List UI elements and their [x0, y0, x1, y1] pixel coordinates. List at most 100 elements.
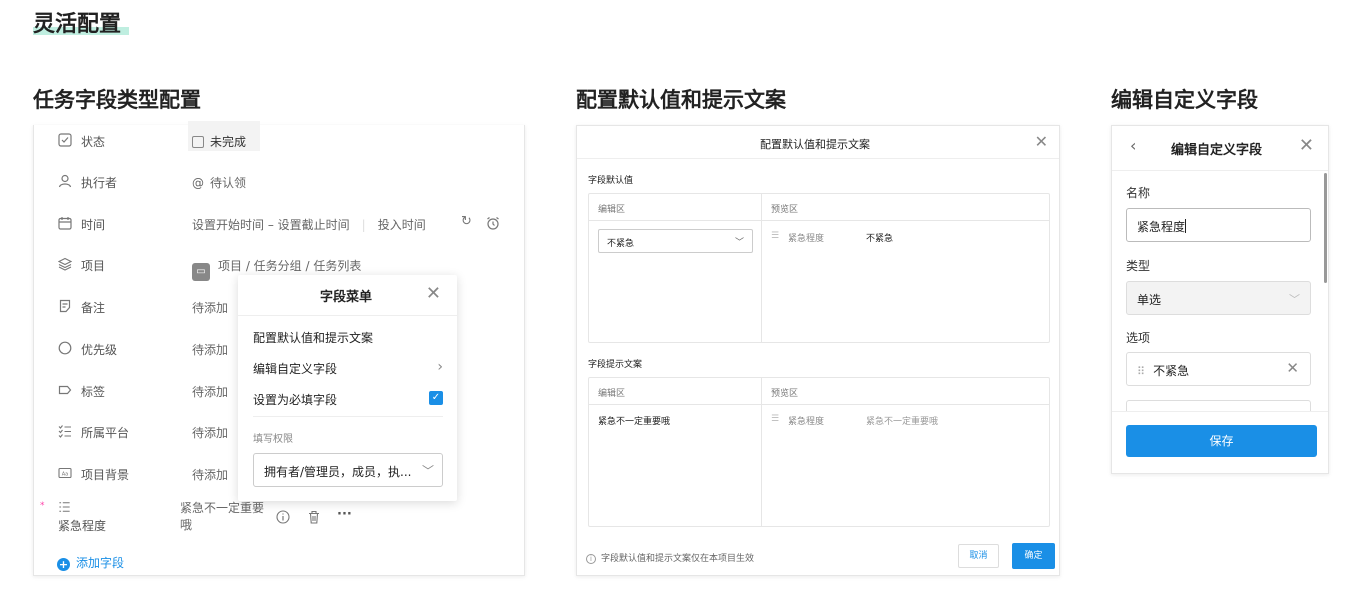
grid-divider [589, 404, 1049, 405]
close-icon[interactable]: ✕ [1299, 135, 1314, 156]
trash-icon[interactable] [307, 510, 321, 524]
field-row-assignee[interactable]: 执行者 @ 待认领 [34, 172, 524, 192]
refresh-icon[interactable]: ↻ [461, 214, 472, 229]
confirm-button[interactable]: 确定 [1012, 543, 1055, 569]
list-icon [59, 502, 70, 512]
custom-field-label: 紧急程度 [58, 519, 107, 533]
dialog-title: 配置默认值和提示文案 [760, 138, 870, 151]
edit-custom-field-panel: ‹ 编辑自定义字段 ✕ 名称 紧急程度 类型 单选 ﹀ 选项 ⠿ 不紧急 ✕ 保存 [1111, 125, 1329, 474]
project-path-text: 项目 / 任务分组 / 任务列表 [218, 259, 362, 273]
divider: | [361, 218, 366, 232]
field-menu-header: 字段菜单 ✕ [238, 275, 457, 316]
list-icon: ☰ [771, 414, 780, 424]
platform-value[interactable]: 待添加 [192, 424, 228, 441]
more-icon[interactable]: ··· [337, 507, 352, 522]
project-background-value[interactable]: 待添加 [192, 466, 228, 483]
field-row-custom-urgency[interactable]: * 紧急程度 紧急不一定重要 哦 ··· [34, 498, 524, 538]
time-range-text: 设置开始时间 – 设置截止时间 [192, 218, 350, 232]
field-menu-popup: 字段菜单 ✕ 配置默认值和提示文案 编辑自定义字段 › 设置为必填字段 ✓ 填写权限… [238, 275, 457, 501]
chevron-right-icon: › [437, 359, 443, 375]
plus-icon: + [57, 558, 70, 571]
dialog-header: 配置默认值和提示文案 ✕ [577, 126, 1059, 159]
name-input[interactable]: 紧急程度 [1126, 208, 1311, 242]
section-title-task-fields: 任务字段类型配置 [33, 88, 201, 112]
preview-default-value: 不紧急 [866, 234, 894, 244]
remove-option-icon[interactable]: ✕ [1286, 359, 1299, 377]
checked-checkbox-icon[interactable]: ✓ [429, 391, 443, 405]
field-menu-title: 字段菜单 [320, 290, 373, 305]
priority-value[interactable]: 待添加 [192, 341, 228, 358]
preview-field-name: 紧急程度 [788, 417, 825, 427]
cancel-button[interactable]: 取消 [958, 544, 999, 568]
permission-value: 拥有者/管理员，成员，执... [264, 465, 412, 479]
add-field-button[interactable]: + 添加字段 [57, 554, 124, 571]
default-section-label: 字段默认值 [588, 176, 634, 186]
custom-field-value-line2[interactable]: 哦 [180, 516, 192, 533]
menu-item-config-default[interactable]: 配置默认值和提示文案 [253, 329, 443, 347]
footnote: i 字段默认值和提示文案仅在本项目生效 [586, 551, 754, 564]
menu-item-edit-custom[interactable]: 编辑自定义字段 › [253, 359, 443, 378]
drag-handle-icon[interactable]: ⠿ [1137, 365, 1145, 378]
section-title-edit-custom: 编辑自定义字段 [1111, 88, 1258, 112]
alarm-clock-icon[interactable] [486, 216, 500, 230]
inbox-icon: ▭ [192, 263, 210, 281]
close-icon[interactable]: ✕ [426, 283, 441, 304]
chevron-down-icon: ﹀ [1289, 293, 1300, 306]
notes-value[interactable]: 待添加 [192, 299, 228, 316]
calendar-icon [58, 217, 72, 230]
hint-text-input[interactable]: 紧急不一定重要哦 [598, 414, 670, 427]
effort-time-text[interactable]: 投入时间 [378, 218, 426, 232]
menu-item-label: 编辑自定义字段 [253, 362, 338, 376]
default-select-value: 不紧急 [607, 239, 635, 249]
menu-item-set-required[interactable]: 设置为必填字段 ✓ [253, 391, 443, 409]
hint-text-grid: 编辑区 预览区 紧急不一定重要哦 ☰ 紧急程度 紧急不一定重要哦 [588, 377, 1050, 527]
field-row-project[interactable]: 项目 ▭ 项目 / 任务分组 / 任务列表 [34, 255, 524, 281]
back-icon[interactable]: ‹ [1130, 136, 1136, 155]
assignee-text: 待认领 [210, 176, 247, 190]
chevron-down-icon: ﹀ [734, 238, 744, 248]
type-value: 单选 [1137, 293, 1162, 307]
checkbox-icon [58, 133, 72, 147]
field-label: 备注 [81, 301, 106, 315]
list-icon: ☰ [771, 231, 780, 241]
permission-select[interactable]: 拥有者/管理员，成员，执... ﹀ [253, 453, 443, 487]
menu-item-label: 配置默认值和提示文案 [253, 331, 374, 345]
note-icon [59, 299, 71, 313]
default-value-dialog: 配置默认值和提示文案 ✕ 字段默认值 编辑区 预览区 不紧急 ﹀ ☰ 紧急程度 不… [576, 125, 1060, 576]
unchecked-box-icon [192, 136, 204, 148]
chevron-down-icon: ﹀ [421, 464, 434, 478]
hint-section-label: 字段提示文案 [588, 360, 643, 370]
preview-column-header: 预览区 [771, 389, 799, 399]
footnote-text: 字段默认值和提示文案仅在本项目生效 [601, 554, 755, 564]
svg-text:Aa: Aa [62, 472, 68, 478]
status-value[interactable]: 未完成 [192, 133, 246, 150]
footer-divider [1112, 411, 1328, 412]
field-row-status[interactable]: 状态 未完成 [34, 121, 524, 151]
default-value-select[interactable]: 不紧急 ﹀ [598, 229, 753, 253]
scrollbar[interactable] [1324, 173, 1327, 283]
field-row-time[interactable]: 时间 设置开始时间 – 设置截止时间 | 投入时间 ↻ [34, 214, 524, 234]
preview-hint-text: 紧急不一定重要哦 [866, 417, 939, 427]
default-value-grid: 编辑区 预览区 不紧急 ﹀ ☰ 紧急程度 不紧急 [588, 193, 1050, 343]
info-icon: i [586, 554, 596, 564]
field-label: 项目 [81, 259, 106, 273]
info-icon[interactable] [276, 510, 290, 524]
menu-divider [253, 416, 443, 417]
menu-item-label: 设置为必填字段 [253, 393, 338, 407]
preview-field-name: 紧急程度 [788, 234, 825, 244]
time-value[interactable]: 设置开始时间 – 设置截止时间 | 投入时间 [192, 216, 426, 233]
type-select[interactable]: 单选 ﹀ [1126, 281, 1311, 315]
field-label: 项目背景 [81, 468, 130, 482]
option-item-partial[interactable] [1126, 400, 1311, 411]
custom-field-value-line1[interactable]: 紧急不一定重要 [180, 499, 264, 516]
close-icon[interactable]: ✕ [1035, 132, 1048, 151]
assignee-value[interactable]: @ 待认领 [192, 174, 246, 191]
save-button[interactable]: 保存 [1126, 425, 1317, 457]
tags-value[interactable]: 待添加 [192, 383, 228, 400]
checklist-icon [58, 425, 71, 438]
edit-panel-title: 编辑自定义字段 [1171, 143, 1263, 158]
field-label: 所属平台 [81, 426, 130, 440]
preview-column-header: 预览区 [771, 205, 799, 215]
option-item[interactable]: ⠿ 不紧急 ✕ [1126, 352, 1311, 386]
text-box-icon: Aa [58, 467, 72, 479]
